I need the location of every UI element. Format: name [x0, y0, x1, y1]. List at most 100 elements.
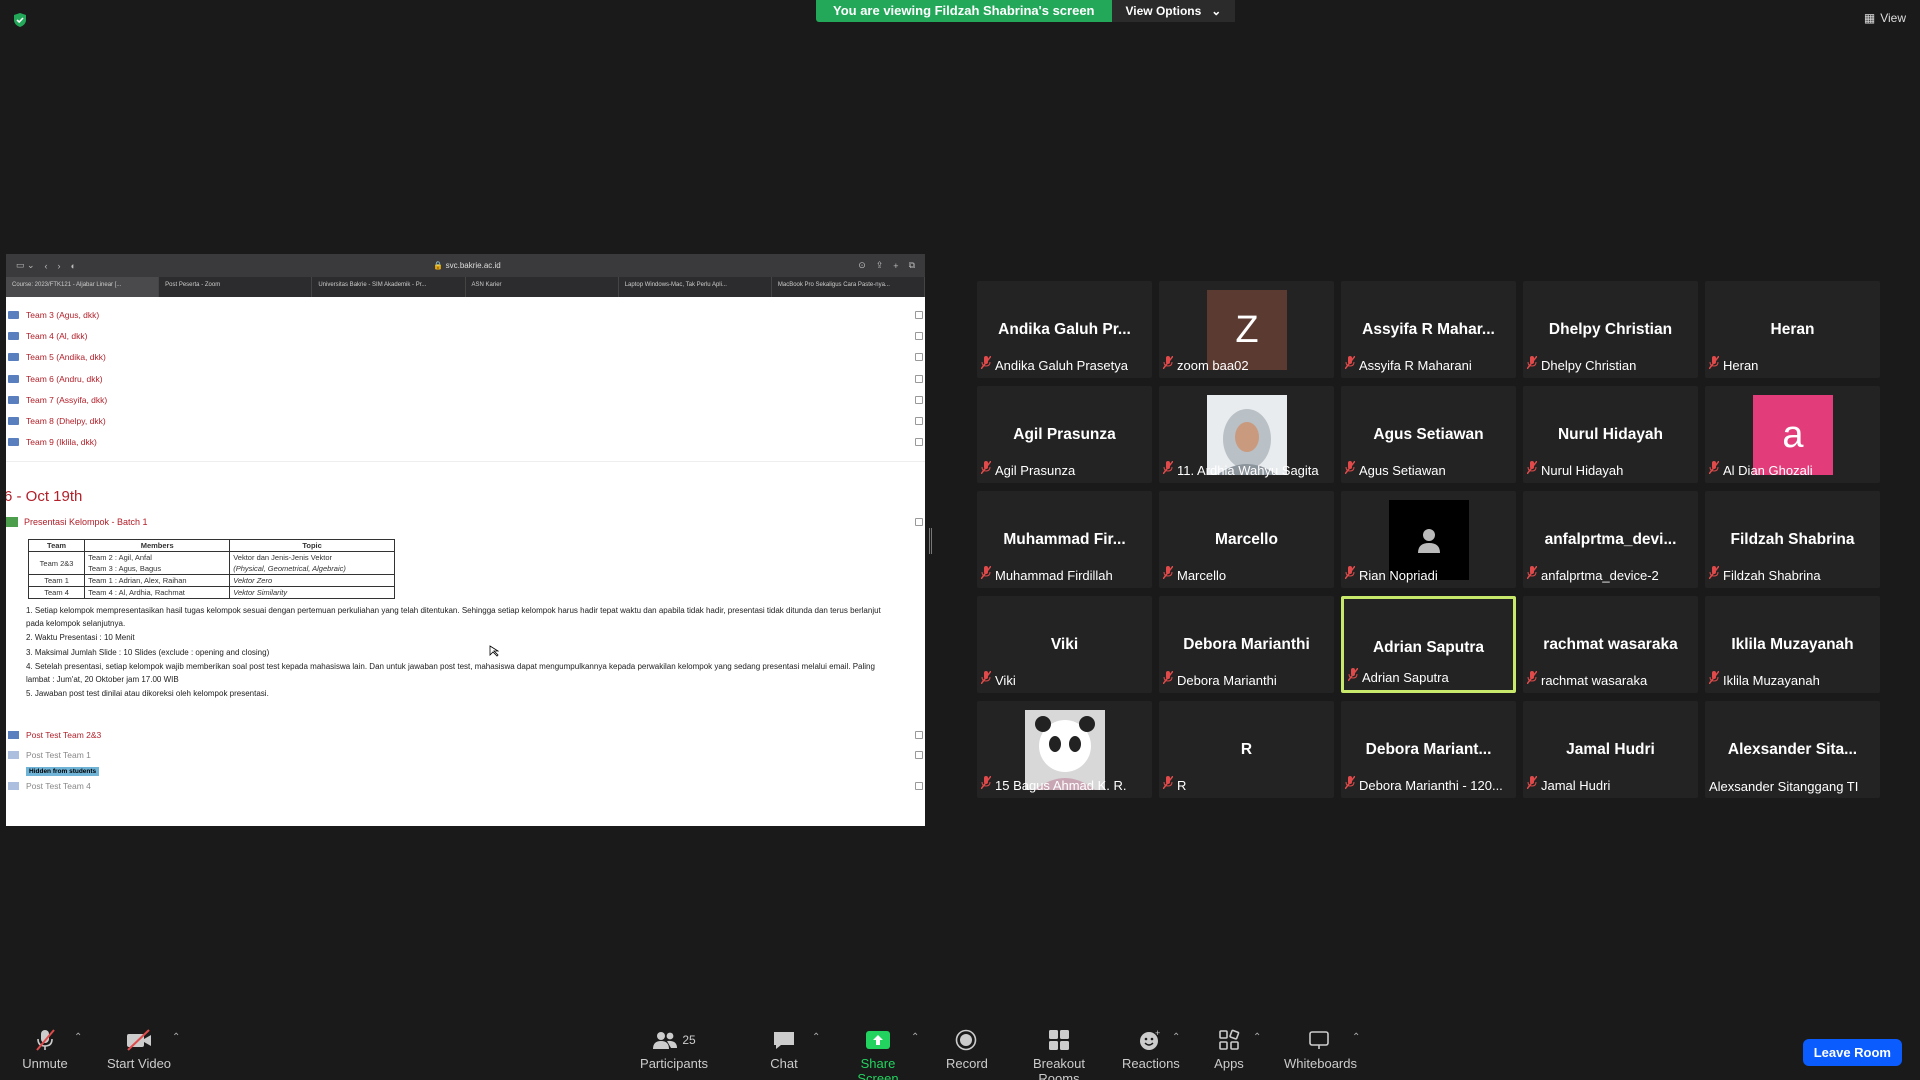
participant-tile[interactable]: anfalprtma_devi... anfalprtma_device-2 [1523, 491, 1698, 588]
team-link[interactable]: Team 9 (Iklila, dkk) [26, 437, 97, 447]
participants-button[interactable]: 25 Participants [640, 1028, 708, 1071]
leave-room-button[interactable]: Leave Room [1802, 1039, 1902, 1066]
browser-tab[interactable]: ASN Karier [466, 277, 619, 297]
unmute-button[interactable]: Unmute [22, 1028, 68, 1071]
participant-tile[interactable]: Zzoom baa02 [1159, 281, 1334, 378]
team-item[interactable]: Team 7 (Assyifa, dkk) [6, 389, 925, 410]
completion-checkbox[interactable] [915, 395, 923, 404]
split-resize-handle[interactable] [929, 528, 932, 554]
presentation-item[interactable]: Presentasi Kelompok - Batch 1 [6, 517, 925, 528]
new-tab-icon[interactable]: + [893, 261, 898, 271]
team-link[interactable]: Team 8 (Dhelpy, dkk) [26, 416, 106, 426]
participant-tile[interactable]: Agil Prasunza Agil Prasunza [977, 386, 1152, 483]
participant-tile[interactable]: Dhelpy Christian Dhelpy Christian [1523, 281, 1698, 378]
team-item[interactable]: Team 3 (Agus, dkk) [6, 304, 925, 325]
completion-checkbox[interactable] [915, 353, 923, 362]
participant-tile[interactable]: Marcello Marcello [1159, 491, 1334, 588]
team-link[interactable]: Team 4 (Al, dkk) [26, 331, 87, 341]
post-test-item[interactable]: Post Test Team 4 [6, 776, 925, 796]
assignment-icon [8, 417, 19, 426]
completion-checkbox[interactable] [915, 374, 923, 383]
completion-checkbox[interactable] [915, 310, 923, 319]
participant-tile[interactable]: Iklila Muzayanah Iklila Muzayanah [1705, 596, 1880, 693]
presentation-link[interactable]: Presentasi Kelompok - Batch 1 [24, 517, 148, 527]
browser-tab[interactable]: Post Peserta - Zoom [159, 277, 313, 297]
participant-tile[interactable]: 15 Bagus Ahmad K. R. [977, 701, 1152, 798]
participant-tile[interactable]: Alexsander Sita... Alexsander Sitanggang … [1705, 701, 1880, 798]
participant-tile[interactable]: 11. Ardhia Wahyu Sagita [1159, 386, 1334, 483]
completion-checkbox[interactable] [915, 417, 923, 426]
participant-tile[interactable]: rachmat wasaraka rachmat wasaraka [1523, 596, 1698, 693]
chevron-up-icon[interactable]: ⌃ [172, 1032, 180, 1043]
browser-tab[interactable]: Laptop Windows-Mac, Tak Perlu Apli... [619, 277, 772, 297]
record-button[interactable]: Record [946, 1028, 988, 1071]
browser-tab[interactable]: Universitas Bakrie - SIM Akademik - Pr..… [312, 277, 466, 297]
participant-tile[interactable]: Andika Galuh Pr... Andika Galuh Prasetya [977, 281, 1152, 378]
tabs-overview-icon[interactable]: ⧉ [909, 260, 915, 271]
team-item[interactable]: Team 9 (Iklila, dkk) [6, 432, 925, 453]
security-shield-icon[interactable] [12, 12, 28, 28]
participant-name-label: 15 Bagus Ahmad K. R. [981, 776, 1148, 795]
participant-tile[interactable]: Fildzah Shabrina Fildzah Shabrina [1705, 491, 1880, 588]
team-link[interactable]: Team 6 (Andru, dkk) [26, 374, 103, 384]
team-item[interactable]: Team 5 (Andika, dkk) [6, 347, 925, 368]
chevron-up-icon[interactable]: ⌃ [1352, 1032, 1360, 1043]
participant-tile[interactable]: Muhammad Fir... Muhammad Firdillah [977, 491, 1152, 588]
post-test-link[interactable]: Post Test Team 1 [26, 750, 91, 760]
completion-checkbox[interactable] [915, 730, 923, 739]
participant-tile[interactable]: Debora Marianthi Debora Marianthi [1159, 596, 1334, 693]
participant-tile[interactable]: a Al Dian Ghozali [1705, 386, 1880, 483]
chevron-up-icon[interactable]: ⌃ [812, 1032, 820, 1043]
reactions-button[interactable]: + Reactions [1122, 1028, 1180, 1071]
participant-tile[interactable]: Jamal Hudri Jamal Hudri [1523, 701, 1698, 798]
team-item[interactable]: Team 4 (Al, dkk) [6, 325, 925, 346]
chevron-up-icon[interactable]: ⌃ [911, 1032, 919, 1043]
sidebar-icon[interactable]: ▭ ⌄ [16, 260, 35, 271]
completion-checkbox[interactable] [915, 438, 923, 447]
completion-checkbox[interactable] [915, 518, 923, 527]
team-item[interactable]: Team 6 (Andru, dkk) [6, 368, 925, 389]
view-options-button[interactable]: View Options ⌄ [1111, 0, 1236, 22]
share-screen-button[interactable]: Share Screen [842, 1028, 914, 1080]
participant-tile[interactable]: Rian Nopriadi [1341, 491, 1516, 588]
participant-tile[interactable]: Assyifa R Mahar... Assyifa R Maharani [1341, 281, 1516, 378]
chat-button[interactable]: Chat [768, 1028, 800, 1071]
share-icon[interactable]: ⇪ [876, 260, 884, 271]
start-video-button[interactable]: Start Video [106, 1028, 172, 1071]
back-icon[interactable]: ‹ [45, 261, 48, 271]
participant-tile[interactable]: Debora Mariant... Debora Marianthi - 120.… [1341, 701, 1516, 798]
forward-icon[interactable]: › [58, 261, 61, 271]
breakout-rooms-button[interactable]: Breakout Rooms [1014, 1028, 1104, 1080]
post-test-item[interactable]: Post Test Team 1 [6, 745, 925, 765]
completion-checkbox[interactable] [915, 781, 923, 790]
browser-tab[interactable]: Course: 2023/FTK121 - Aljabar Linear [..… [6, 277, 160, 297]
participant-tile[interactable]: Heran Heran [1705, 281, 1880, 378]
chevron-up-icon[interactable]: ⌃ [1172, 1032, 1180, 1043]
download-icon[interactable]: ⊙ [858, 260, 866, 271]
team-link[interactable]: Team 5 (Andika, dkk) [26, 352, 106, 362]
participant-tile[interactable]: Nurul Hidayah Nurul Hidayah [1523, 386, 1698, 483]
table-cell: Team 4 : Al, Ardhia, Rachmat [84, 586, 231, 600]
privacy-icon[interactable]: ◐ [71, 261, 76, 271]
address-bar[interactable]: 🔒 svc.bakrie.ac.id [86, 261, 848, 270]
participant-tile[interactable]: Adrian Saputra Adrian Saputra [1341, 596, 1516, 693]
team-link[interactable]: Team 7 (Assyifa, dkk) [26, 395, 107, 405]
participant-tile[interactable]: Viki Viki [977, 596, 1152, 693]
participant-tile[interactable]: Agus Setiawan Agus Setiawan [1341, 386, 1516, 483]
chevron-up-icon[interactable]: ⌃ [1253, 1032, 1261, 1043]
completion-checkbox[interactable] [915, 750, 923, 759]
whiteboards-button[interactable]: Whiteboards [1284, 1028, 1357, 1071]
view-button[interactable]: ▦ View [1864, 11, 1906, 25]
post-test-link[interactable]: Post Test Team 4 [26, 781, 91, 791]
team-link[interactable]: Team 3 (Agus, dkk) [26, 310, 99, 320]
completion-checkbox[interactable] [915, 331, 923, 340]
participant-tile[interactable]: RR [1159, 701, 1334, 798]
shared-screen[interactable]: ▭ ⌄ ‹ › ◐ 🔒 svc.bakrie.ac.id ⊙ ⇪ + ⧉ Cou… [6, 254, 925, 826]
team-item[interactable]: Team 8 (Dhelpy, dkk) [6, 410, 925, 431]
apps-button[interactable]: Apps [1212, 1028, 1246, 1071]
browser-tab[interactable]: MacBook Pro Sekaligus Cara Paste-nya... [772, 277, 925, 297]
post-test-item[interactable]: Post Test Team 2&3 [6, 725, 925, 745]
chevron-up-icon[interactable]: ⌃ [74, 1032, 82, 1043]
participant-name: Adrian Saputra [1362, 670, 1449, 685]
post-test-link[interactable]: Post Test Team 2&3 [26, 730, 101, 740]
